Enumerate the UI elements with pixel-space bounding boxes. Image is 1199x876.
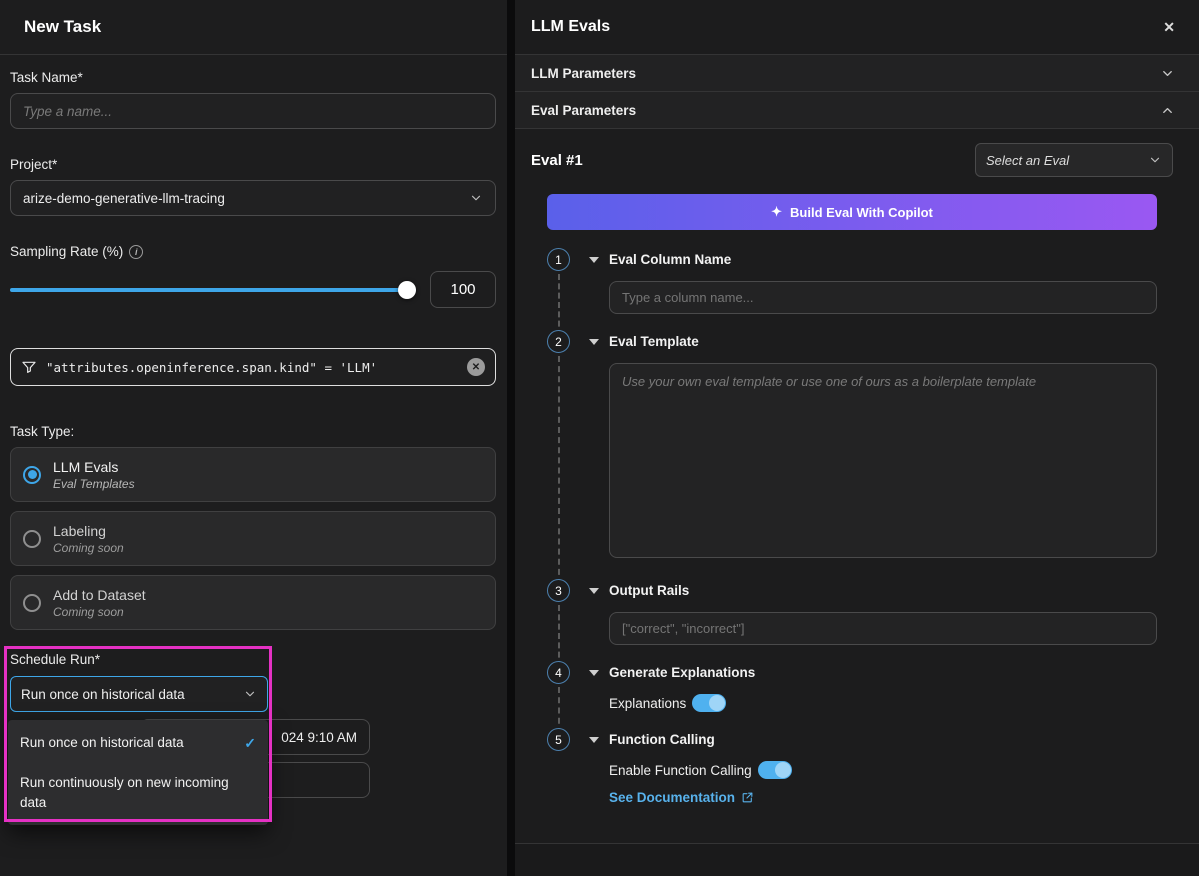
step-number-badge: 3 (547, 579, 570, 602)
filter-query: "attributes.openinference.span.kind" = '… (46, 359, 378, 375)
sparkle-icon: ✦ (771, 204, 783, 219)
step-eval-template: 2 Eval Template (547, 330, 1157, 585)
option-title: Labeling (53, 522, 106, 539)
schedule-run-label: Schedule Run* (10, 652, 101, 667)
chevron-down-icon (1148, 153, 1162, 167)
schedule-run-dropdown-menu: Run once on historical data ✓ Run contin… (8, 720, 268, 826)
see-documentation-link[interactable]: See Documentation (609, 790, 754, 805)
eval-template-textarea[interactable] (609, 363, 1157, 558)
step-header[interactable]: Generate Explanations (589, 661, 1157, 684)
output-rails-input[interactable] (609, 612, 1157, 645)
explanations-toggle[interactable] (692, 694, 727, 712)
close-icon[interactable]: ✕ (1159, 15, 1179, 40)
option-subtitle: Eval Templates (53, 476, 135, 491)
step-number-badge: 2 (547, 330, 570, 353)
caret-down-icon (589, 338, 599, 345)
task-name-input[interactable] (10, 93, 496, 129)
task-type-option-llm-evals[interactable]: LLM Evals Eval Templates (10, 447, 496, 502)
eval-steps: 1 Eval Column Name 2 Eval Templa (547, 248, 1157, 823)
step-header[interactable]: Eval Template (589, 330, 1157, 353)
new-task-panel: New Task Task Name* Project* arize-demo-… (0, 0, 507, 876)
step-header[interactable]: Function Calling (589, 728, 1157, 751)
step-generate-explanations: 4 Generate Explanations Explanations (547, 661, 1157, 734)
radio-selected-icon[interactable] (23, 465, 41, 484)
menu-item-run-continuously[interactable]: Run continuously on new incoming data (8, 763, 268, 822)
llm-evals-panel: LLM Evals ✕ LLM Parameters Eval Paramete… (515, 0, 1199, 876)
caret-down-icon (589, 587, 599, 594)
task-name-label: Task Name* (10, 70, 83, 85)
option-subtitle: Coming soon (53, 540, 124, 555)
external-link-icon (741, 791, 754, 804)
slider-handle[interactable] (398, 280, 416, 299)
info-icon: i (129, 244, 144, 259)
sampling-rate-row: 100 (10, 271, 496, 308)
chevron-down-icon (243, 687, 257, 701)
caret-down-icon (589, 736, 599, 743)
explanations-toggle-label: Explanations (609, 695, 687, 711)
project-select[interactable]: arize-demo-generative-llm-tracing (10, 180, 496, 216)
start-datetime-partial: 024 9:10 AM (281, 729, 357, 745)
build-eval-copilot-button[interactable]: ✦ Build Eval With Copilot (547, 194, 1157, 230)
task-type-option-add-to-dataset[interactable]: Add to Dataset Coming soon (10, 575, 496, 630)
sampling-rate-value[interactable]: 100 (430, 271, 496, 308)
check-icon: ✓ (244, 735, 256, 751)
chevron-down-icon (469, 191, 483, 205)
step-number-badge: 1 (547, 248, 570, 271)
new-task-header: New Task (0, 0, 507, 55)
sampling-rate-slider[interactable] (10, 280, 416, 299)
chevron-up-icon (1160, 103, 1175, 118)
project-select-value: arize-demo-generative-llm-tracing (23, 190, 225, 206)
step-header[interactable]: Output Rails (589, 579, 1157, 602)
accordion-llm-parameters[interactable]: LLM Parameters (515, 55, 1199, 92)
step-number-badge: 5 (547, 728, 570, 751)
step-number-badge: 4 (547, 661, 570, 684)
schedule-run-select-value: Run once on historical data (21, 686, 185, 702)
step-function-calling: 5 Function Calling Enable Function Calli… (547, 728, 1157, 823)
new-task-form: Task Name* Project* arize-demo-generativ… (0, 70, 507, 876)
slider-track (10, 287, 416, 292)
copilot-button-label: Build Eval With Copilot (790, 204, 933, 220)
accordion-eval-parameters[interactable]: Eval Parameters (515, 92, 1199, 129)
eval-select[interactable]: Select an Eval (975, 143, 1173, 177)
option-subtitle: Coming soon (53, 604, 124, 619)
panel-footer (515, 843, 1199, 876)
screen: New Task Task Name* Project* arize-demo-… (0, 0, 1199, 876)
radio-icon[interactable] (23, 593, 41, 612)
radio-icon[interactable] (23, 529, 41, 548)
function-calling-toggle[interactable] (757, 761, 792, 779)
eval-select-placeholder: Select an Eval (986, 152, 1070, 168)
caret-down-icon (589, 669, 599, 676)
task-type-option-labeling[interactable]: Labeling Coming soon (10, 511, 496, 566)
eval-title: Eval #1 (531, 151, 583, 169)
task-type-options: LLM Evals Eval Templates Labeling Coming… (10, 447, 496, 630)
step-output-rails: 3 Output Rails (547, 579, 1157, 667)
panel-title: LLM Evals (531, 18, 611, 35)
caret-down-icon (589, 256, 599, 263)
chevron-down-icon (1160, 66, 1175, 81)
task-type-label: Task Type: (10, 424, 75, 439)
sampling-rate-label: Sampling Rate (%) i (10, 244, 496, 259)
eval-heading-row: Eval #1 Select an Eval (515, 129, 1199, 177)
option-title: LLM Evals (53, 458, 119, 475)
funnel-icon (21, 359, 37, 375)
option-title: Add to Dataset (53, 586, 146, 603)
menu-item-run-once[interactable]: Run once on historical data ✓ (8, 723, 268, 763)
step-eval-column-name: 1 Eval Column Name (547, 248, 1157, 336)
function-calling-toggle-label: Enable Function Calling (609, 762, 752, 778)
schedule-run-select[interactable]: Run once on historical data (10, 676, 268, 712)
page-title: New Task (24, 17, 102, 36)
project-label: Project* (10, 157, 58, 172)
eval-column-name-input[interactable] (609, 281, 1157, 314)
step-header[interactable]: Eval Column Name (589, 248, 1157, 271)
schedule-run-section: Schedule Run* 024 9:10 AM Run once on hi… (4, 646, 496, 876)
llm-evals-header: LLM Evals ✕ (515, 0, 1199, 55)
clear-filter-icon[interactable]: ✕ (467, 358, 485, 376)
filter-chip[interactable]: "attributes.openinference.span.kind" = '… (10, 348, 496, 386)
